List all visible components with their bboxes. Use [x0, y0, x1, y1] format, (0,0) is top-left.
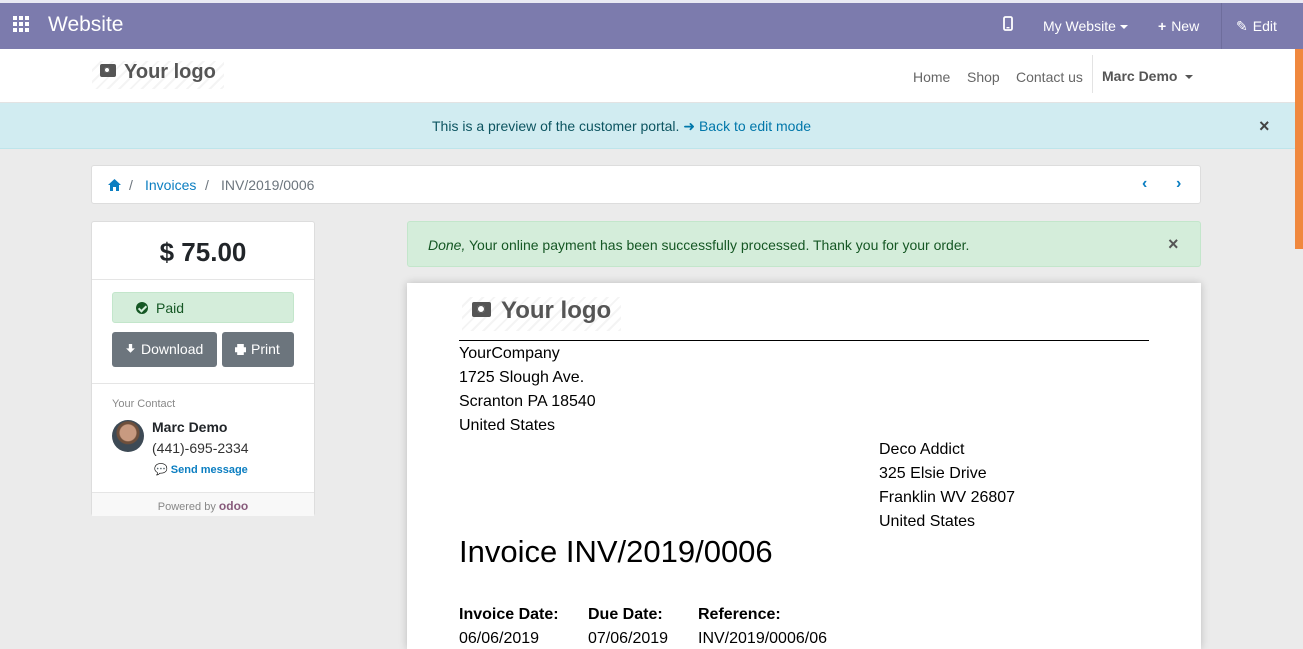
portal-preview-alert: This is a preview of the customer portal… [0, 103, 1295, 149]
field-value: 06/06/2019 [459, 630, 540, 647]
invoice-document: Your logo YourCompany 1725 Slough Ave. S… [407, 283, 1201, 649]
my-website-label: My Website [1043, 18, 1116, 34]
company-line: Scranton PA 18540 [459, 393, 596, 410]
customer-line: United States [879, 513, 976, 530]
send-message-link[interactable]: 💬 Send message [154, 463, 248, 476]
invoice-summary-card: $ 75.00 Paid Download Print Your Contact… [91, 221, 315, 516]
odoo-logo[interactable]: odoo [219, 499, 248, 513]
download-icon [126, 344, 135, 353]
camera-icon [100, 64, 116, 78]
arrow-right-icon: ➜ [683, 118, 696, 134]
mobile-preview-icon[interactable] [1003, 16, 1013, 34]
chevron-right-icon[interactable]: › [1176, 175, 1181, 193]
plus-icon: + [1158, 18, 1167, 34]
apps-grid-icon[interactable] [13, 16, 30, 33]
comment-icon: 💬 [154, 464, 168, 476]
field-value: INV/2019/0006/06 [698, 630, 827, 647]
camera-icon [472, 302, 491, 318]
payment-success-alert: Done, Your online payment has been succe… [407, 221, 1201, 267]
back-to-edit-link[interactable]: ➜ Back to edit mode [683, 118, 811, 134]
success-message: Done, Your online payment has been succe… [428, 237, 969, 253]
preview-text: This is a preview of the customer portal… [432, 118, 680, 134]
breadcrumb: / Invoices / INV/2019/0006 ‹ › [91, 165, 1201, 204]
new-label: New [1171, 18, 1200, 34]
pencil-icon: ✎ [1236, 18, 1248, 34]
print-icon [235, 344, 246, 355]
nav-home[interactable]: Home [913, 69, 950, 85]
breadcrumb-current: INV/2019/0006 [221, 177, 315, 193]
app-title: Website [48, 13, 124, 36]
chevron-down-icon [1185, 75, 1194, 80]
site-header: Your logo Home Shop Contact us Marc Demo [0, 49, 1295, 103]
check-circle-icon [136, 302, 148, 314]
divider [459, 340, 1149, 341]
customer-line: 325 Elsie Drive [879, 465, 987, 482]
success-text: Your online payment has been successfull… [469, 237, 970, 253]
send-message-label: Send message [170, 464, 248, 476]
edit-label: Edit [1252, 18, 1277, 34]
contact-heading: Your Contact [112, 398, 176, 410]
field-label: Reference: [698, 606, 781, 623]
back-to-edit-label: Back to edit mode [698, 118, 812, 134]
company-line: 1725 Slough Ave. [459, 369, 585, 386]
my-website-dropdown[interactable]: My Website [1043, 18, 1128, 34]
paid-status-badge: Paid [112, 292, 294, 323]
nav-contact-us[interactable]: Contact us [1016, 69, 1083, 85]
company-line: United States [459, 417, 556, 434]
print-label: Print [251, 341, 280, 357]
customer-line: Deco Addict [879, 441, 965, 458]
logo-text: Your logo [124, 61, 216, 84]
breadcrumb-separator: / [205, 177, 209, 193]
powered-by-footer: Powered by odoo [92, 492, 314, 516]
scrollbar[interactable] [1295, 49, 1303, 249]
chevron-left-icon[interactable]: ‹ [1142, 175, 1147, 193]
invoice-logo-text: Your logo [501, 297, 612, 324]
download-button[interactable]: Download [112, 332, 217, 367]
divider [92, 279, 314, 280]
admin-topbar: Website My Website + New ✎ Edit [0, 0, 1303, 49]
field-label: Invoice Date: [459, 606, 559, 623]
breadcrumb-separator: / [129, 177, 133, 193]
powered-by-text: Powered by [157, 501, 216, 513]
home-icon[interactable] [108, 178, 121, 191]
print-button[interactable]: Print [222, 332, 294, 367]
edit-button[interactable]: ✎ Edit [1236, 18, 1277, 35]
status-label: Paid [156, 300, 185, 316]
field-value: 07/06/2019 [588, 630, 669, 647]
close-icon[interactable]: × [1168, 234, 1179, 255]
contact-name: Marc Demo [152, 419, 228, 435]
site-logo[interactable]: Your logo [92, 61, 224, 89]
user-menu[interactable]: Marc Demo [1092, 55, 1202, 93]
nav-shop[interactable]: Shop [967, 69, 1000, 85]
avatar [112, 420, 144, 452]
company-line: YourCompany [459, 345, 560, 362]
divider [1221, 3, 1222, 49]
user-name: Marc Demo [1102, 68, 1178, 84]
preview-message: This is a preview of the customer portal… [432, 118, 811, 135]
success-emphasis: Done, [428, 237, 466, 253]
new-button[interactable]: + New [1158, 18, 1199, 34]
invoice-title: Invoice INV/2019/0006 [459, 534, 773, 569]
divider [92, 383, 314, 384]
customer-line: Franklin WV 26807 [879, 489, 1016, 506]
breadcrumb-invoices[interactable]: Invoices [145, 177, 196, 193]
field-label: Due Date: [588, 606, 663, 623]
download-label: Download [141, 341, 204, 357]
invoice-logo: Your logo [462, 297, 622, 331]
invoice-amount: $ 75.00 [159, 237, 247, 267]
chevron-down-icon [1119, 25, 1128, 30]
close-icon[interactable]: × [1259, 116, 1270, 137]
contact-phone: (441)-695-2334 [152, 440, 249, 456]
